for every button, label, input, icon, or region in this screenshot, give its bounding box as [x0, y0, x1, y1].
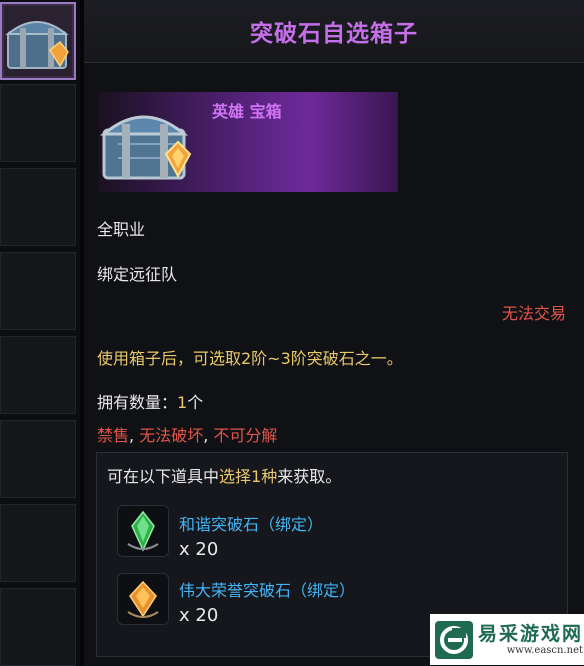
- item-rarity: 英雄 宝箱: [212, 102, 282, 121]
- item-slot[interactable]: [0, 588, 76, 666]
- green-crystal-icon: [127, 510, 159, 552]
- option-icon[interactable]: [117, 573, 169, 625]
- option-icon[interactable]: [117, 505, 169, 557]
- item-slot[interactable]: [0, 252, 76, 330]
- restriction-separator: ,: [203, 426, 214, 445]
- item-slot[interactable]: [0, 420, 76, 498]
- acquire-suffix: 来获取。: [277, 467, 342, 486]
- restrictions: 禁售, 无法破坏, 不可分解: [97, 422, 277, 446]
- item-slot[interactable]: [0, 168, 76, 246]
- option-name[interactable]: 伟大荣誉突破石（绑定）: [179, 577, 355, 601]
- item-slot-list: [0, 0, 80, 666]
- restriction-decompose: 不可分解: [213, 426, 278, 445]
- watermark: 易采游戏网 www.eascn.net: [430, 614, 584, 665]
- item-slot-selected[interactable]: [0, 2, 76, 80]
- trade-status: 无法交易: [501, 304, 566, 323]
- item-slot[interactable]: [0, 84, 76, 162]
- owned-unit: 个: [187, 393, 204, 412]
- treasure-chest-icon: [5, 21, 69, 69]
- bind-type: 绑定远征队: [97, 265, 178, 284]
- site-logo-icon: [435, 620, 473, 659]
- watermark-url: www.eascn.net: [506, 644, 584, 656]
- item-tooltip-panel: 突破石自选箱子 英雄 宝箱 全职业 绑定远征队 无法交易 使用箱子后，可选取2阶…: [84, 0, 584, 665]
- option-name[interactable]: 和谐突破石（绑定）: [179, 511, 323, 535]
- acquire-highlight: 选择1种: [219, 467, 278, 486]
- acquire-instruction: 可在以下道具中选择1种来获取。: [107, 463, 341, 487]
- title-bar: 突破石自选箱子: [84, 0, 584, 63]
- watermark-text: 易采游戏网 www.eascn.net: [478, 623, 583, 657]
- option-quantity: x 20: [179, 605, 219, 626]
- watermark-name: 易采游戏网: [478, 622, 584, 645]
- restriction-sale: 禁售: [97, 426, 130, 445]
- owned-label: 拥有数量：: [97, 393, 178, 412]
- item-slot[interactable]: [0, 504, 76, 582]
- owned-quantity: 拥有数量：1个: [97, 389, 203, 413]
- owned-count: 1: [177, 393, 188, 412]
- treasure-chest-icon: [99, 115, 192, 180]
- restriction-separator: ,: [129, 426, 140, 445]
- item-card: 英雄 宝箱: [98, 92, 398, 192]
- item-title: 突破石自选箱子: [250, 21, 418, 47]
- class-requirement: 全职业: [97, 220, 146, 239]
- item-slot[interactable]: [0, 336, 76, 414]
- option-quantity: x 20: [179, 539, 219, 560]
- acquire-prefix: 可在以下道具中: [107, 467, 220, 486]
- item-description: 使用箱子后，可选取2阶~3阶突破石之一。: [97, 349, 403, 368]
- orange-crystal-icon: [127, 580, 159, 618]
- restriction-destroy: 无法破坏: [139, 426, 204, 445]
